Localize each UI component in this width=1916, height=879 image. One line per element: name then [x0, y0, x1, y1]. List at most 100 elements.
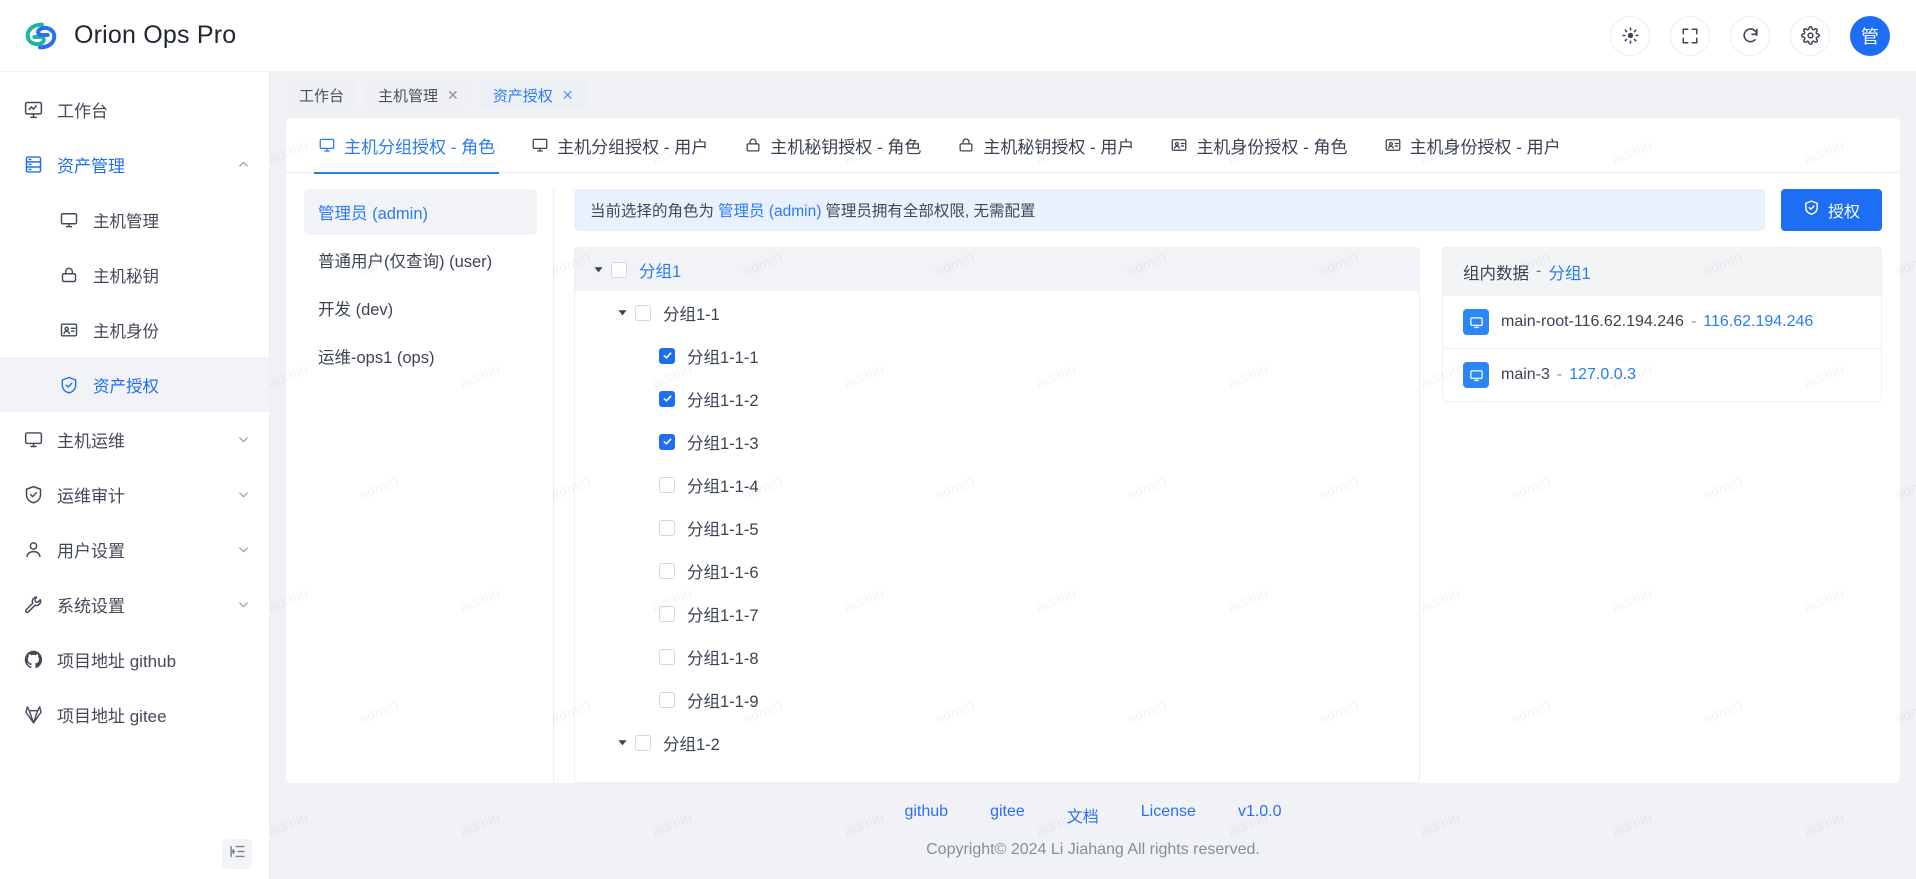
page-tab-0[interactable]: 工作台	[286, 80, 357, 110]
sidebar-item-1[interactable]: 资产管理	[0, 137, 269, 192]
content-tab-1[interactable]: 主机分组授权 - 用户	[513, 118, 726, 173]
tree-node-0[interactable]: 分组1	[575, 248, 1419, 291]
shield-check-icon	[58, 374, 80, 396]
sidebar-item-2[interactable]: 主机管理	[0, 192, 269, 247]
sidebar-item-0[interactable]: 工作台	[0, 82, 269, 137]
tree-node-checkbox[interactable]	[659, 391, 675, 407]
monitor-icon	[318, 136, 336, 154]
tree-node-9[interactable]: 分组1-1-8	[575, 635, 1419, 678]
chevron-down-icon	[236, 432, 251, 447]
tree-node-checkbox[interactable]	[659, 348, 675, 364]
content-tab-3[interactable]: 主机秘钥授权 - 用户	[939, 118, 1152, 173]
role-item-2[interactable]: 开发 (dev)	[304, 285, 537, 331]
group-data-panel: 组内数据 - 分组1 main-root-116.62.194.246-116.…	[1442, 247, 1882, 402]
tree-node-11[interactable]: 分组1-2	[575, 721, 1419, 764]
refresh-button[interactable]	[1730, 16, 1770, 56]
tree-node-checkbox[interactable]	[659, 477, 675, 493]
sidebar-item-9[interactable]: 系统设置	[0, 577, 269, 632]
group-data-row-1[interactable]: main-3-127.0.0.3	[1443, 348, 1881, 401]
tree-node-checkbox[interactable]	[659, 606, 675, 622]
menu-fold-icon	[229, 843, 246, 865]
sidebar-collapse-button[interactable]	[222, 839, 252, 869]
role-item-label: 普通用户(仅查询) (user)	[318, 248, 492, 272]
sidebar-item-label: 主机运维	[57, 427, 125, 452]
tree-node-checkbox[interactable]	[659, 434, 675, 450]
sidebar-item-5[interactable]: 资产授权	[0, 357, 269, 412]
close-icon[interactable]: ✕	[562, 88, 574, 102]
sidebar-item-10[interactable]: 项目地址 github	[0, 632, 269, 687]
caret-down-icon[interactable]	[609, 737, 635, 748]
authorize-button[interactable]: 授权	[1781, 189, 1882, 231]
app-header: Orion Ops Pro	[0, 0, 1916, 72]
caret-down-icon[interactable]	[609, 307, 635, 318]
sidebar-item-label: 资产管理	[57, 152, 125, 177]
sidebar-item-4[interactable]: 主机身份	[0, 302, 269, 357]
tree-node-6[interactable]: 分组1-1-5	[575, 506, 1419, 549]
tree-node-checkbox[interactable]	[635, 735, 651, 751]
sidebar-item-11[interactable]: 项目地址 gitee	[0, 687, 269, 742]
sidebar-item-7[interactable]: 运维审计	[0, 467, 269, 522]
content-tab-0[interactable]: 主机分组授权 - 角色	[300, 118, 513, 173]
role-item-3[interactable]: 运维-ops1 (ops)	[304, 333, 537, 379]
tree-node-label: 分组1-1-6	[687, 559, 759, 583]
header-actions: 管	[1610, 16, 1890, 56]
gear-icon	[1801, 26, 1820, 45]
role-list: 管理员 (admin) 普通用户(仅查询) (user) 开发 (dev)运维-op…	[304, 189, 554, 783]
content-tab-4[interactable]: 主机身份授权 - 角色	[1152, 118, 1365, 173]
footer-link-2[interactable]: 文档	[1067, 803, 1099, 827]
footer-link-1[interactable]: gitee	[990, 803, 1025, 827]
footer-link-4[interactable]: v1.0.0	[1238, 803, 1282, 827]
tree-node-checkbox[interactable]	[659, 520, 675, 536]
main-card-wrapper: 主机分组授权 - 角色主机分组授权 - 用户主机秘钥授权 - 角色主机秘钥授权 …	[270, 118, 1916, 783]
content-tab-label: 主机身份授权 - 角色	[1196, 133, 1347, 158]
shield-check-icon	[1803, 199, 1820, 221]
host-separator: -	[1691, 313, 1696, 331]
authorization-panel: 当前选择的角色为 管理员 (admin) 管理员拥有全部权限, 无需配置	[554, 189, 1882, 783]
tree-node-checkbox[interactable]	[659, 563, 675, 579]
tree-node-2[interactable]: 分组1-1-1	[575, 334, 1419, 377]
sidebar-item-label: 运维审计	[57, 482, 125, 507]
tree-node-checkbox[interactable]	[659, 692, 675, 708]
tree-node-4[interactable]: 分组1-1-3	[575, 420, 1419, 463]
content-tab-5[interactable]: 主机身份授权 - 用户	[1366, 118, 1579, 173]
page-tab-1[interactable]: 主机管理 ✕	[365, 80, 472, 110]
sidebar-item-3[interactable]: 主机秘钥	[0, 247, 269, 302]
group-data-header: 组内数据 - 分组1	[1443, 248, 1881, 295]
lock-icon	[744, 136, 762, 154]
caret-down-icon[interactable]	[585, 264, 611, 275]
tree-node-3[interactable]: 分组1-1-2	[575, 377, 1419, 420]
group-data-group-name: 分组1	[1549, 260, 1591, 284]
role-item-0[interactable]: 管理员 (admin)	[304, 189, 537, 235]
sidebar-item-8[interactable]: 用户设置	[0, 522, 269, 577]
footer-link-0[interactable]: github	[904, 803, 948, 827]
tree-node-checkbox[interactable]	[611, 262, 627, 278]
identity-icon	[1384, 136, 1402, 154]
role-item-1[interactable]: 普通用户(仅查询) (user)	[304, 237, 537, 283]
page-tab-label: 主机管理	[378, 85, 438, 106]
notice-suffix: 管理员拥有全部权限, 无需配置	[825, 199, 1035, 221]
tree-node-label: 分组1-1	[663, 301, 720, 325]
chevron-down-icon	[236, 542, 251, 557]
avatar[interactable]: 管	[1850, 16, 1890, 56]
tree-node-1[interactable]: 分组1-1	[575, 291, 1419, 334]
theme-toggle-button[interactable]	[1610, 16, 1650, 56]
database-icon	[22, 154, 44, 176]
group-data-row-0[interactable]: main-root-116.62.194.246-116.62.194.246	[1443, 295, 1881, 348]
footer-link-3[interactable]: License	[1141, 803, 1196, 827]
tree-node-5[interactable]: 分组1-1-4	[575, 463, 1419, 506]
tree-node-checkbox[interactable]	[659, 649, 675, 665]
settings-button[interactable]	[1790, 16, 1830, 56]
content-tab-2[interactable]: 主机秘钥授权 - 角色	[726, 118, 939, 173]
page-tab-2[interactable]: 资产授权✕	[480, 80, 587, 110]
monitor-icon	[531, 136, 549, 154]
tree-node-8[interactable]: 分组1-1-7	[575, 592, 1419, 635]
fullscreen-button[interactable]	[1670, 16, 1710, 56]
sidebar-item-6[interactable]: 主机运维	[0, 412, 269, 467]
sidebar-menu: 工作台资产管理主机管理主机秘钥主机身份资产授权主机运维运维审计用户设置系统设置项…	[0, 72, 269, 879]
tree-node-checkbox[interactable]	[635, 305, 651, 321]
sidebar: 工作台资产管理主机管理主机秘钥主机身份资产授权主机运维运维审计用户设置系统设置项…	[0, 72, 270, 879]
main-card: 主机分组授权 - 角色主机分组授权 - 用户主机秘钥授权 - 角色主机秘钥授权 …	[286, 118, 1900, 783]
close-icon[interactable]: ✕	[447, 88, 459, 102]
tree-node-7[interactable]: 分组1-1-6	[575, 549, 1419, 592]
tree-node-10[interactable]: 分组1-1-9	[575, 678, 1419, 721]
